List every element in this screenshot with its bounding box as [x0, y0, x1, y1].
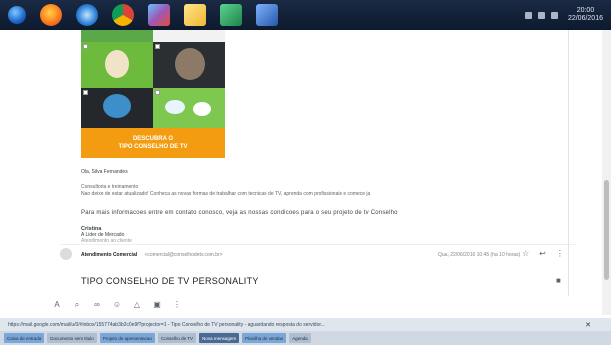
- photo-icon[interactable]: [148, 4, 170, 26]
- poster-tile: [153, 42, 225, 88]
- tile-checkbox-icon: [155, 90, 160, 95]
- star-icon[interactable]: ☆: [522, 249, 529, 258]
- message-date: Qua, 22/06/2016 10:45 (ha 10 horas): [438, 252, 521, 258]
- drive-icon[interactable]: △: [132, 300, 142, 310]
- avatar[interactable]: [60, 248, 72, 260]
- more-icon[interactable]: ⋮: [556, 249, 564, 258]
- firefox-icon[interactable]: [40, 4, 62, 26]
- chrome-icon[interactable]: [112, 4, 134, 26]
- document-icon[interactable]: [256, 4, 278, 26]
- bottom-tab[interactable]: Planilha de vendas: [242, 333, 287, 343]
- flag-icon[interactable]: [550, 11, 558, 19]
- person-icon: [175, 48, 205, 80]
- clock-time: 20:00: [576, 7, 595, 14]
- body-mid-line: Para mais informacoes entre em contato c…: [81, 210, 398, 216]
- scrollbar-thumb[interactable]: [604, 180, 609, 280]
- link-icon[interactable]: ∞: [92, 300, 102, 310]
- email-body: DESCUBRA O TIPO CONSELHO DE TV Ola, Silv…: [34, 30, 576, 296]
- signature-block: Cristina A Lider de Mercado Atendimento …: [81, 226, 132, 244]
- spreadsheet-icon[interactable]: [220, 4, 242, 26]
- chat-bubble-icon: [165, 100, 185, 114]
- bottom-tab[interactable]: Conselho de TV: [157, 333, 197, 343]
- label-icon[interactable]: ■: [556, 276, 561, 285]
- emoji-icon[interactable]: ☺: [112, 300, 122, 310]
- poster-tile: [153, 30, 225, 42]
- format-toolbar: A ⌕ ∞ ☺ △ ▣ ⋮: [52, 300, 182, 310]
- email-poster-image[interactable]: DESCUBRA O TIPO CONSELHO DE TV: [81, 30, 225, 158]
- body-line: Nao deixe de estar atualizado! Conheca a…: [81, 191, 371, 197]
- chat-bubble-icon: [193, 102, 211, 116]
- status-url: https://mail.google.com/mail/u/0/#inbox/…: [8, 321, 325, 328]
- banner-line-1: DESCUBRA O: [132, 136, 174, 142]
- message-actions: ☆ ↩ ⋮: [522, 249, 564, 258]
- start-button[interactable]: [8, 6, 26, 24]
- attach-icon[interactable]: ⌕: [72, 300, 82, 310]
- planet-icon: [103, 94, 131, 118]
- content-border: [568, 30, 569, 296]
- sender-name: Atendimento Comercial: [81, 252, 138, 258]
- volume-icon[interactable]: [537, 11, 545, 19]
- person-icon: [105, 50, 129, 78]
- poster-banner: DESCUBRA O TIPO CONSELHO DE TV: [81, 128, 225, 158]
- message-header[interactable]: Atendimento Comercial <comercial@conselh…: [81, 252, 223, 258]
- tile-checkbox-icon: [155, 44, 160, 49]
- divider: [60, 244, 576, 245]
- image-icon[interactable]: ▣: [152, 300, 162, 310]
- browser-status-bar: https://mail.google.com/mail/u/0/#inbox/…: [0, 318, 611, 331]
- tile-checkbox-icon: [83, 44, 88, 49]
- bottom-tab[interactable]: Documento sem titulo: [47, 333, 97, 343]
- wifi-icon[interactable]: [524, 11, 532, 19]
- bottom-tab[interactable]: Projeto de apresentacao: [99, 333, 155, 343]
- bottom-tab[interactable]: Nova mensagem: [199, 333, 240, 343]
- bottom-tab-bar: Caixa de entrada Documento sem titulo Proj…: [0, 331, 611, 345]
- close-icon[interactable]: ✕: [585, 321, 591, 329]
- poster-tile: [81, 88, 153, 128]
- ie-icon[interactable]: [76, 4, 98, 26]
- clock-date: 22/06/2016: [567, 15, 603, 22]
- windows-taskbar: 20:00 22/06/2016: [0, 0, 611, 30]
- font-icon[interactable]: A: [52, 300, 62, 310]
- banner-line-2: TIPO CONSELHO DE TV: [118, 144, 188, 150]
- next-message-subject[interactable]: TIPO CONSELHO DE TV PERSONALITY: [81, 276, 259, 286]
- more-options-icon[interactable]: ⋮: [172, 300, 182, 310]
- poster-tile: [153, 88, 225, 128]
- bottom-tab[interactable]: Caixa de entrada: [4, 333, 45, 343]
- poster-tile: [81, 42, 153, 88]
- small-heading: Consultoria e treinamento: [81, 184, 139, 190]
- tile-checkbox-icon: [83, 90, 88, 95]
- poster-tile: [81, 30, 153, 42]
- clock[interactable]: 20:00 22/06/2016: [568, 7, 603, 23]
- paint-icon[interactable]: [184, 4, 206, 26]
- greeting-text: Ola, Silva Fernandes: [81, 169, 128, 175]
- system-tray: 20:00 22/06/2016: [524, 0, 603, 30]
- bottom-tab[interactable]: Agenda: [289, 333, 311, 343]
- sender-address: <comercial@conselhodetv.com.br>: [144, 252, 223, 258]
- reply-icon[interactable]: ↩: [539, 249, 546, 258]
